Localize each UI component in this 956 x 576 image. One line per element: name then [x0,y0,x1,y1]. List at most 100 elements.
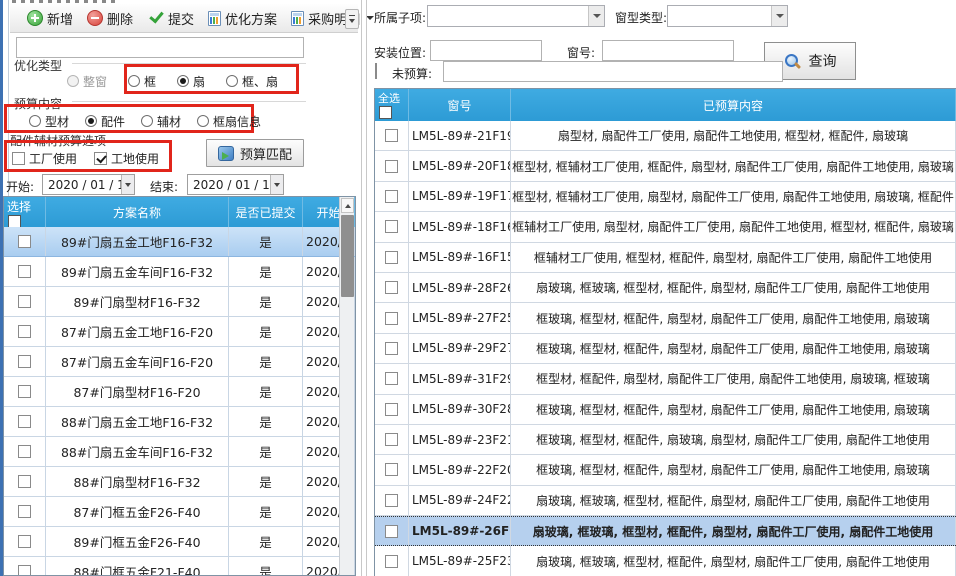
no-budget-checkbox[interactable] [375,63,377,79]
install-position-input[interactable] [430,40,542,61]
window-no-input[interactable] [602,40,734,61]
table-row[interactable]: LM5L-89#-18F16框辅材工厂使用, 扇型材, 扇配件工厂使用, 扇配件… [375,212,956,242]
submitted-column-header[interactable]: 是否已提交 [229,197,303,227]
radio-option[interactable]: 框、扇 [226,73,278,90]
row-checkbox[interactable] [385,525,398,538]
table-row[interactable]: LM5L-89#-16F15框辅材工厂使用, 框型材, 框配件, 扇型材, 扇配… [375,243,956,273]
select-all-checkbox[interactable] [8,215,21,227]
plan-search-input[interactable] [16,37,304,58]
budgeted-content-column-header[interactable]: 已预算内容 [511,89,956,121]
table-row[interactable]: 89#门扇五金车间F16-F32是2020/0 [4,257,355,287]
row-checkbox[interactable] [385,281,398,294]
sub-item-dropdown[interactable] [427,5,605,27]
radio-option[interactable]: 扇 [177,73,205,90]
row-checkbox[interactable] [18,415,31,428]
window-no-cell: LM5L-89#-22F20 [409,455,511,484]
table-row[interactable]: 89#门扇五金工地F16-F32是2020/0 [4,227,355,257]
radio-icon [226,75,238,87]
radio-option[interactable]: 配件 [85,113,125,130]
table-row[interactable]: LM5L-89#-25F23扇玻璃, 框玻璃, 框型材, 框配件, 扇型材, 扇… [375,546,956,576]
table-row[interactable]: 87#门扇五金车间F16-F20是2020/0 [4,347,355,377]
table-row[interactable]: LM5L-89#-22F20框玻璃, 框型材, 框配件, 扇型材, 扇配件工厂使… [375,455,956,485]
table-row[interactable]: 89#门扇型材F16-F32是2020/0 [4,287,355,317]
no-budget-input[interactable] [443,61,783,82]
radio-option[interactable]: 辅材 [141,113,181,130]
row-checkbox[interactable] [385,312,398,325]
table-row[interactable]: LM5L-89#-21F19扇型材, 扇配件工厂使用, 扇配件工地使用, 框型材… [375,121,956,151]
chevron-down-icon[interactable] [771,6,787,26]
table-row[interactable]: LM5L-89#-19F17框型材, 框辅材工厂使用, 扇型材, 扇配件工厂使用… [375,182,956,212]
row-checkbox[interactable] [385,555,398,568]
toolbar-overflow-button[interactable] [345,9,359,29]
radio-option[interactable]: 框扇信息 [197,113,261,130]
row-checkbox[interactable] [18,565,31,576]
usage-checkbox-option[interactable]: 工厂使用 [12,150,77,167]
table-row[interactable]: LM5L-89#-30F28框玻璃, 框型材, 框配件, 扇型材, 扇配件工厂使… [375,395,956,425]
table-row[interactable]: LM5L-89#-20F18框型材, 框辅材工厂使用, 框配件, 扇型材, 扇配… [375,151,956,181]
submitted-cell: 是 [229,377,303,406]
chevron-down-icon[interactable] [588,6,604,26]
radio-option[interactable]: 框 [128,73,156,90]
row-checkbox[interactable] [385,190,398,203]
panel-splitter[interactable] [361,0,362,576]
chevron-down-icon[interactable] [270,175,283,194]
table-row[interactable]: 88#门扇型材F16-F32是2020/0 [4,467,355,497]
row-checkbox[interactable] [18,355,31,368]
usage-checkbox-option[interactable]: 工地使用 [94,150,159,167]
submit-button[interactable]: 提交 [140,5,201,32]
table-row[interactable]: 87#门扇五金工地F16-F20是2020/0 [4,317,355,347]
window-type-dropdown[interactable] [667,5,788,27]
table-row[interactable]: 88#门扇五金车间F16-F32是2020/0 [4,437,355,467]
date-end-picker[interactable]: 2020 / 01 / 13 [187,174,284,195]
row-checkbox[interactable] [385,494,398,507]
row-checkbox[interactable] [385,129,398,142]
table-row[interactable]: LM5L-89#-23F21框玻璃, 框型材, 框配件, 扇玻璃, 扇型材, 扇… [375,425,956,455]
row-checkbox[interactable] [18,325,31,338]
budget-match-button[interactable]: 预算匹配 [206,139,304,167]
row-checkbox[interactable] [385,160,398,173]
table-row[interactable]: LM5L-89#-27F25框玻璃, 框型材, 框配件, 扇型材, 扇配件工厂使… [375,303,956,333]
scrollbar-thumb[interactable] [341,215,354,297]
table-row[interactable]: LM5L-89#-29F27框玻璃, 框型材, 框配件, 扇型材, 扇配件工厂使… [375,334,956,364]
window-no-column-header[interactable]: 窗号 [409,89,511,121]
row-checkbox[interactable] [385,251,398,264]
row-checkbox[interactable] [18,445,31,458]
row-checkbox[interactable] [18,535,31,548]
add-button[interactable]: 新增 [20,5,80,32]
row-checkbox[interactable] [18,385,31,398]
row-select-cell [375,455,409,484]
app-window: 新增 删除 提交 优化方案 采购明细 优化类型 整窗框扇框、扇 预算内容 型材配… [0,0,956,576]
table-row[interactable]: 87#门扇型材F16-F20是2020/0 [4,377,355,407]
table-row[interactable]: 87#门框五金F26-F40是2020/0 [4,497,355,527]
row-checkbox[interactable] [385,342,398,355]
plan-table-scrollbar[interactable] [339,197,354,575]
chevron-down-icon[interactable] [121,175,134,194]
row-checkbox[interactable] [18,295,31,308]
select-all-checkbox[interactable] [379,106,392,119]
radio-option[interactable]: 型材 [29,113,69,130]
row-checkbox[interactable] [385,463,398,476]
row-checkbox[interactable] [385,433,398,446]
row-checkbox[interactable] [18,265,31,278]
optimize-plan-button[interactable]: 优化方案 [201,5,284,32]
row-checkbox[interactable] [385,403,398,416]
table-row[interactable]: LM5L-89#-28F26扇玻璃, 框玻璃, 框型材, 框配件, 扇型材, 扇… [375,273,956,303]
row-checkbox[interactable] [18,235,31,248]
table-row[interactable]: 89#门框五金F26-F40是2020/0 [4,527,355,557]
table-row[interactable]: LM5L-89#-24F22扇玻璃, 框玻璃, 框型材, 框配件, 扇型材, 扇… [375,486,956,516]
table-row[interactable]: LM5L-89#-26F24扇玻璃, 框玻璃, 框型材, 框配件, 扇型材, 扇… [375,516,956,546]
plan-name-column-header[interactable]: 方案名称 [46,197,229,227]
panel-splitter[interactable] [366,0,367,576]
delete-button[interactable]: 删除 [80,5,140,32]
date-start-label: 开始: [6,178,34,195]
scrollbar-up-arrow[interactable] [341,198,354,213]
row-select-cell [375,486,409,515]
row-checkbox[interactable] [18,505,31,518]
table-row[interactable]: LM5L-89#-31F29框型材, 框配件, 扇型材, 扇配件工厂使用, 扇配… [375,364,956,394]
table-row[interactable]: 88#门框五金F21-F40是2020/0 [4,557,355,576]
row-checkbox[interactable] [18,475,31,488]
row-checkbox[interactable] [385,220,398,233]
date-start-picker[interactable]: 2020 / 01 / 1 [42,174,135,195]
table-row[interactable]: 88#门扇五金工地F16-F32是2020/0 [4,407,355,437]
row-checkbox[interactable] [385,372,398,385]
